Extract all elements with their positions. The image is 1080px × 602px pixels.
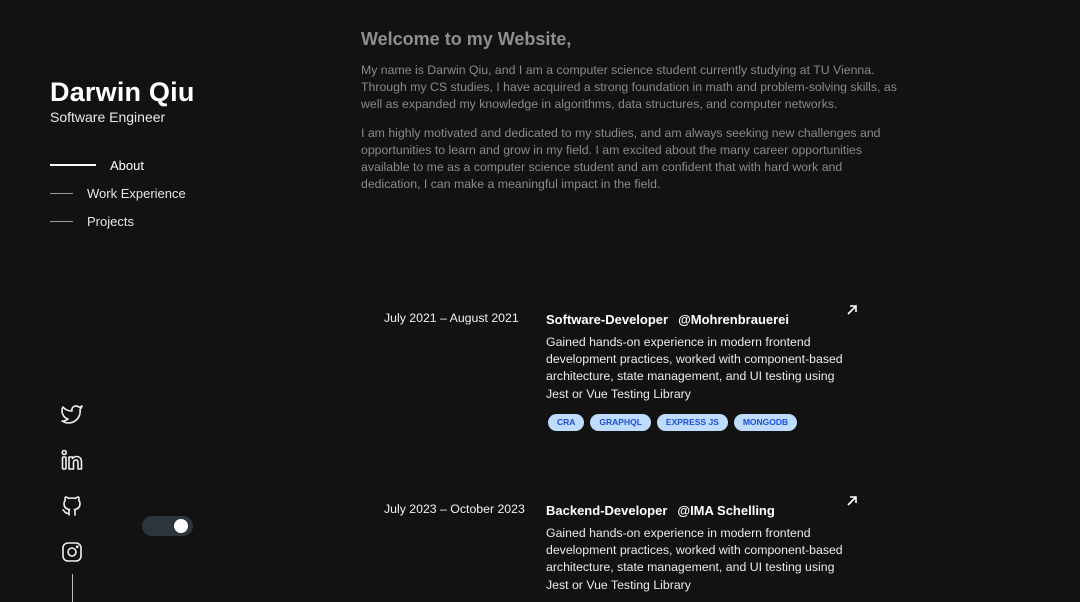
section-nav: About Work Experience Projects	[50, 155, 186, 239]
experience-date: July 2023 – October 2023	[384, 502, 525, 516]
social-divider-line	[72, 574, 73, 602]
nav-indicator-line	[50, 192, 73, 194]
site-owner-role: Software Engineer	[50, 109, 166, 125]
experience-body: Software-Developer @Mohrenbrauerei Gained…	[546, 312, 856, 431]
nav-indicator-line	[50, 164, 96, 166]
tech-tag: GRAPHQL	[590, 413, 651, 431]
toggle-knob	[174, 519, 188, 533]
site-owner-name: Darwin Qiu	[50, 77, 195, 107]
about-paragraph: My name is Darwin Qiu, and I am a comput…	[361, 63, 897, 111]
linkedin-icon	[61, 449, 83, 470]
job-title: Software-Developer	[546, 312, 669, 327]
tech-tag: CRA	[548, 413, 585, 431]
tech-tags: CRA GRAPHQL EXPRESS JS MONGODB	[548, 413, 856, 431]
github-link[interactable]	[60, 494, 84, 518]
portfolio-page: Darwin Qiu Software Engineer About Work …	[0, 0, 1080, 602]
nav-item-about[interactable]: About	[50, 155, 186, 175]
welcome-heading: Welcome to my Website,	[361, 29, 572, 49]
instagram-icon	[62, 542, 82, 562]
nav-item-projects[interactable]: Projects	[50, 211, 186, 231]
instagram-link[interactable]	[60, 540, 84, 564]
experience-description: Gained hands-on experience in modern fro…	[546, 526, 843, 592]
company-name: @IMA Schelling	[677, 503, 775, 518]
about-paragraph: I am highly motivated and dedicated to m…	[361, 126, 881, 191]
tech-tag: EXPRESS JS	[656, 413, 728, 431]
github-icon	[62, 496, 81, 516]
theme-toggle[interactable]	[142, 516, 193, 536]
nav-label: About	[110, 157, 144, 173]
job-title: Backend-Developer	[546, 503, 668, 518]
experience-title: Software-Developer @Mohrenbrauerei	[546, 312, 856, 327]
experience-date: July 2021 – August 2021	[384, 311, 519, 325]
nav-item-work-experience[interactable]: Work Experience	[50, 183, 186, 203]
tech-tag: MONGODB	[733, 413, 798, 431]
experience-title: Backend-Developer @IMA Schelling	[546, 503, 856, 518]
nav-label: Projects	[87, 213, 134, 229]
twitter-icon	[61, 405, 83, 424]
company-name: @Mohrenbrauerei	[678, 312, 790, 327]
nav-label: Work Experience	[87, 185, 186, 201]
social-links	[60, 402, 86, 586]
experience-body: Backend-Developer @IMA Schelling Gained h…	[546, 503, 856, 594]
linkedin-link[interactable]	[60, 448, 84, 472]
nav-indicator-line	[50, 220, 73, 222]
twitter-link[interactable]	[60, 402, 84, 426]
experience-description: Gained hands-on experience in modern fro…	[546, 335, 843, 401]
